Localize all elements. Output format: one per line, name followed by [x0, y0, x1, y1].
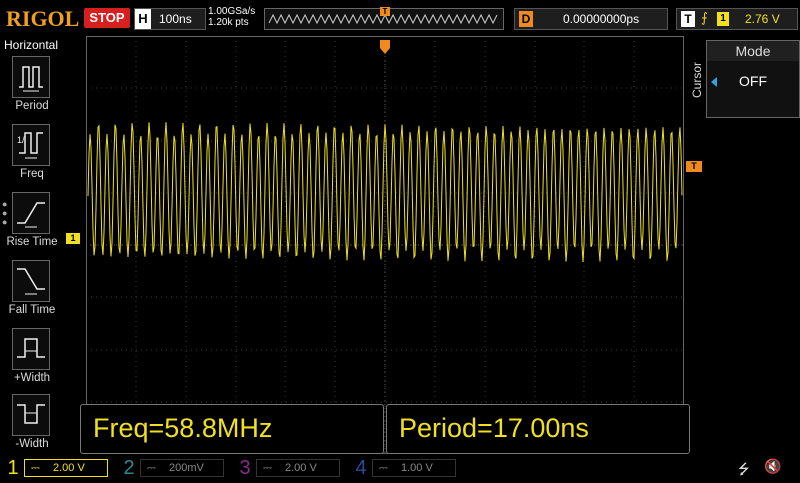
channel-scale-box: ⎓ 2.00 V [24, 459, 108, 477]
sample-rate: 1.00GSa/s [208, 6, 256, 17]
menu-item-pos-width[interactable]: +Width [2, 328, 60, 394]
channel-number: 3 [239, 457, 251, 479]
period-icon [12, 56, 50, 98]
ch1-ground-marker[interactable]: 1 [66, 233, 80, 244]
cursor-mode-control[interactable]: Mode OFF [706, 40, 800, 118]
channel-2-status[interactable]: 2 ⎓ 200mV [118, 456, 230, 479]
freq-icon: 1/ [12, 124, 50, 166]
cursor-label: Cursor [690, 61, 704, 98]
trigger-level: 2.76 V [745, 12, 780, 26]
menu-item-fall-time[interactable]: Fall Time [2, 260, 60, 326]
fall-time-icon [12, 260, 50, 302]
trigger-indicator[interactable]: T ⨍ 1 2.76 V [676, 8, 798, 30]
cursor-panel-label: Cursor [690, 40, 704, 140]
trigger-position-marker: T [380, 7, 390, 16]
usb-icon: ⭍ [738, 461, 750, 477]
menu-item-neg-width[interactable]: -Width [2, 394, 60, 460]
channel-4-status[interactable]: 4 ⎓ 1.00 V [350, 456, 462, 479]
svg-text:1/: 1/ [17, 135, 25, 145]
pos-width-icon [12, 328, 50, 370]
channel-number: 1 [7, 457, 19, 479]
menu-item-label: Fall Time [8, 304, 56, 316]
sampling-info: 1.00GSa/s 1.20k pts [208, 6, 255, 28]
channel-scale-box: ⎓ 2.00 V [256, 459, 340, 477]
rise-time-icon [12, 192, 50, 234]
menu-item-freq[interactable]: 1/ Freq [2, 124, 60, 190]
dc-coupling-icon: ⎓ [31, 462, 40, 474]
trigger-time-marker [380, 40, 390, 54]
freq-readout: Freq=58.8MHz [93, 413, 273, 443]
timebase-value: 100ns [159, 12, 192, 26]
dc-coupling-icon: ⎓ [379, 462, 388, 474]
trigger-level-marker[interactable]: T [686, 161, 702, 172]
channel-scale: 1.00 V [401, 462, 433, 474]
trigger-label: T [681, 11, 695, 27]
menu-item-rise-time[interactable]: Rise Time [2, 192, 60, 258]
channel-1-status[interactable]: 1 ⎓ 2.00 V [2, 456, 114, 479]
menu-item-label: Rise Time [6, 236, 58, 248]
dc-coupling-icon: ⎓ [147, 462, 156, 474]
channel-status-bar: 1 ⎓ 2.00 V 2 ⎓ 200mV 3 ⎓ 2.00 V 4 ⎓ 1.00 V [0, 456, 800, 480]
menu-title: Horizontal [3, 38, 59, 52]
channel-scale-box: ⎓ 200mV [140, 459, 224, 477]
channel-scale: 2.00 V [285, 462, 317, 474]
menu-item-label: Period [15, 100, 49, 112]
channel-number: 4 [355, 457, 367, 479]
top-status-bar: RIGOL STOP H 100ns 1.00GSa/s 1.20k pts T… [0, 0, 800, 36]
rising-edge-icon: ⨍ [701, 10, 708, 25]
cursor-mode-title: Mode [707, 41, 799, 61]
channel-scale: 2.00 V [53, 462, 85, 474]
brand-logo: RIGOL [6, 6, 80, 31]
timebase-indicator[interactable]: H 100ns [134, 8, 206, 30]
channel-scale: 200mV [169, 462, 204, 474]
menu-item-label: Freq [20, 168, 44, 180]
period-readout: Period=17.00ns [399, 413, 589, 443]
delay-label: D [519, 11, 533, 27]
dc-coupling-icon: ⎓ [263, 462, 272, 474]
channel-3-status[interactable]: 3 ⎓ 2.00 V [234, 456, 346, 479]
channel-number: 2 [123, 457, 135, 479]
waveform-display[interactable] [86, 36, 684, 454]
timebase-label: H [135, 9, 151, 29]
delay-value: 0.00000000ps [563, 12, 640, 26]
neg-width-icon [12, 394, 50, 436]
channel-scale-box: ⎓ 1.00 V [372, 459, 456, 477]
speaker-mute-icon[interactable]: 🔇 [764, 458, 781, 475]
trigger-source-channel: 1 [717, 12, 729, 26]
run-stop-status[interactable]: STOP [84, 8, 130, 28]
cursor-mode-value: OFF [739, 73, 767, 89]
memory-depth: 1.20k pts [208, 17, 249, 28]
period-measurement: Period=17.00ns [386, 404, 690, 454]
menu-item-label: +Width [13, 372, 51, 384]
delay-indicator[interactable]: D 0.00000000ps [514, 8, 668, 30]
menu-item-period[interactable]: Period [2, 56, 60, 122]
menu-item-label: -Width [15, 438, 49, 450]
freq-measurement: Freq=58.8MHz [80, 404, 384, 454]
